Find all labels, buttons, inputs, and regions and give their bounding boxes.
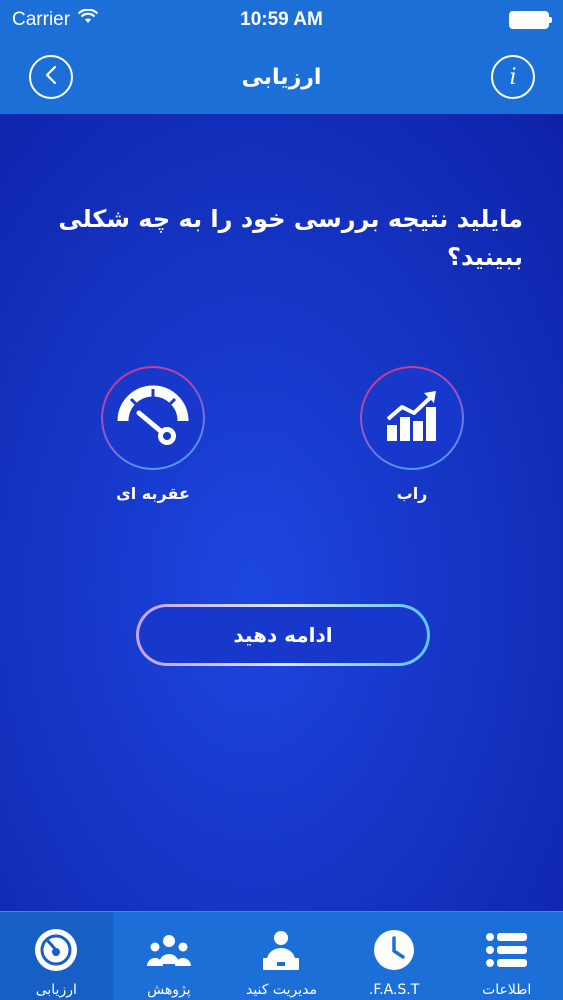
main-content: مایلید نتیجه بررسی خود را به چه شکلی ببی… — [0, 114, 563, 911]
chevron-left-icon — [44, 65, 58, 89]
tab-label: ارزیابی — [35, 982, 77, 998]
option-gauge[interactable]: عقربه ای — [101, 366, 205, 503]
tab-label: مدیریت کنید — [245, 982, 317, 998]
tab-info[interactable]: اطلاعات — [450, 912, 563, 1000]
option-graph[interactable]: راب — [360, 366, 464, 503]
tab-manage[interactable]: مدیریت کنید — [225, 912, 338, 1000]
page-title: ارزیابی — [241, 64, 322, 90]
info-icon: i — [509, 64, 517, 90]
status-bar: Carrier 10:59 AM — [0, 0, 563, 40]
tab-fast[interactable]: F.A.S.T. — [338, 912, 451, 1000]
tab-assessment[interactable]: ارزیابی — [0, 912, 113, 1000]
nav-bar: ارزیابی i — [0, 40, 563, 114]
tab-label: F.A.S.T. — [368, 982, 420, 998]
tab-research[interactable]: پژوهش — [113, 912, 226, 1000]
battery-icon — [509, 11, 552, 29]
clock-icon — [370, 926, 418, 974]
option-gauge-circle[interactable] — [101, 366, 205, 470]
option-graph-label: راب — [396, 484, 428, 503]
gauge-icon — [117, 385, 189, 451]
carrier-label: Carrier — [12, 9, 71, 30]
option-graph-circle[interactable] — [360, 366, 464, 470]
status-left: Carrier — [12, 8, 99, 31]
continue-button[interactable]: ادامه دهید — [136, 604, 430, 666]
tab-label: پژوهش — [147, 982, 191, 998]
info-button[interactable]: i — [491, 55, 535, 99]
option-gauge-label: عقربه ای — [116, 484, 190, 503]
tab-bar: ارزیابی پژوهش مدیریت کنید F.A.S.T. اطلاع… — [0, 911, 563, 1000]
gauge-icon — [32, 926, 80, 974]
manager-icon — [257, 926, 305, 974]
back-button[interactable] — [29, 55, 73, 99]
bar-chart-icon — [384, 389, 440, 447]
list-icon — [483, 926, 531, 974]
wifi-icon — [77, 8, 99, 31]
question-text: مایلید نتیجه بررسی خود را به چه شکلی ببی… — [58, 205, 523, 271]
people-icon — [145, 926, 193, 974]
tab-label: اطلاعات — [482, 982, 532, 998]
